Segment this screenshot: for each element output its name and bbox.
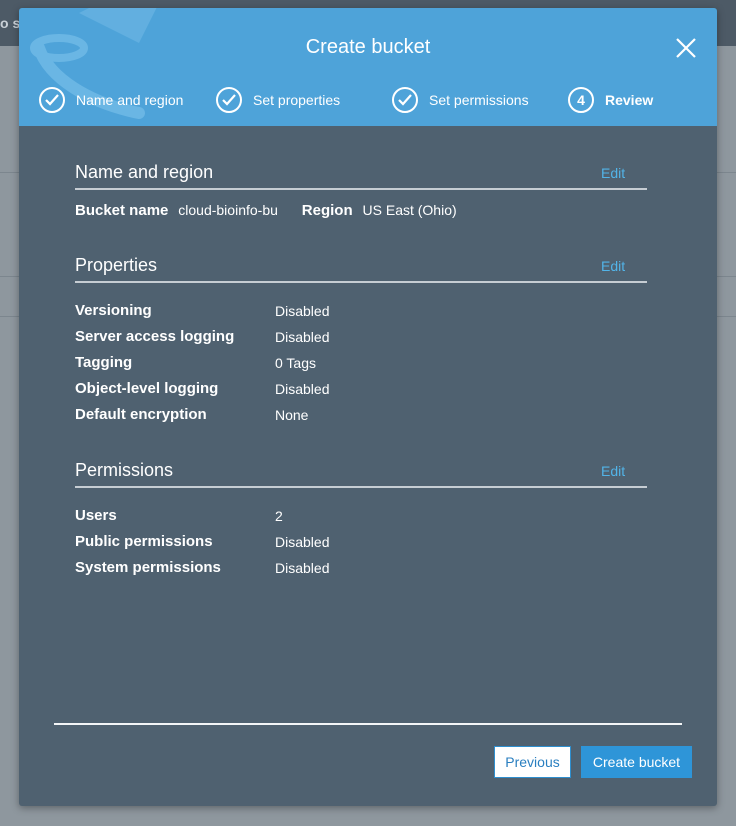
section-title-properties: Properties [75, 255, 158, 275]
server-access-logging-value: Disabled [275, 329, 330, 345]
footer-divider [54, 723, 682, 725]
edit-properties-link[interactable]: Edit [601, 258, 625, 274]
public-permissions-label: Public permissions [75, 533, 213, 550]
bucket-name-value: cloud-bioinfo-bu [178, 202, 278, 218]
tagging-value: 0 Tags [275, 355, 316, 371]
versioning-value: Disabled [275, 303, 330, 319]
step-name-and-region[interactable]: Name and region [39, 87, 183, 113]
region-label: Region [301, 202, 353, 219]
previous-button[interactable]: Previous [494, 746, 571, 778]
public-permissions-value: Disabled [275, 534, 330, 550]
system-permissions-value: Disabled [275, 560, 330, 576]
edit-permissions-link[interactable]: Edit [601, 463, 625, 479]
section-title-permissions: Permissions [75, 460, 174, 480]
step-label: Review [605, 92, 654, 108]
close-icon[interactable] [673, 35, 699, 61]
bucket-name-label: Bucket name [75, 202, 169, 219]
section-divider [75, 486, 647, 488]
users-label: Users [75, 507, 117, 524]
section-title-name-region: Name and region [75, 162, 214, 182]
server-access-logging-label: Server access logging [75, 328, 235, 345]
tagging-label: Tagging [75, 354, 133, 371]
section-divider [75, 188, 647, 190]
versioning-label: Versioning [75, 302, 152, 319]
background-topbar-text: o s [0, 15, 21, 31]
step-label: Set permissions [429, 92, 529, 108]
modal-title: Create bucket [305, 36, 431, 58]
step-set-permissions[interactable]: Set permissions [392, 87, 529, 113]
edit-name-region-link[interactable]: Edit [601, 165, 625, 181]
section-divider [75, 281, 647, 283]
create-bucket-button[interactable]: Create bucket [581, 746, 692, 778]
check-circle-icon [392, 87, 418, 113]
default-encryption-value: None [275, 407, 309, 423]
check-circle-icon [216, 87, 242, 113]
step-label: Set properties [253, 92, 341, 108]
step-label: Name and region [76, 92, 184, 108]
create-bucket-modal: Create bucket Name and region Set proper… [19, 8, 717, 806]
object-level-logging-value: Disabled [275, 381, 330, 397]
modal-header: Create bucket Name and region Set proper… [19, 8, 717, 126]
users-value: 2 [275, 508, 283, 524]
region-value: US East (Ohio) [362, 202, 457, 218]
bucket-summary-row: Bucket name cloud-bioinfo-bu Region US E… [75, 202, 457, 219]
system-permissions-label: System permissions [75, 559, 221, 576]
default-encryption-label: Default encryption [75, 406, 207, 423]
object-level-logging-label: Object-level logging [75, 380, 219, 397]
step-number-badge: 4 [568, 87, 594, 113]
step-set-properties[interactable]: Set properties [216, 87, 340, 113]
check-circle-icon [39, 87, 65, 113]
step-review[interactable]: 4 Review [568, 87, 653, 113]
